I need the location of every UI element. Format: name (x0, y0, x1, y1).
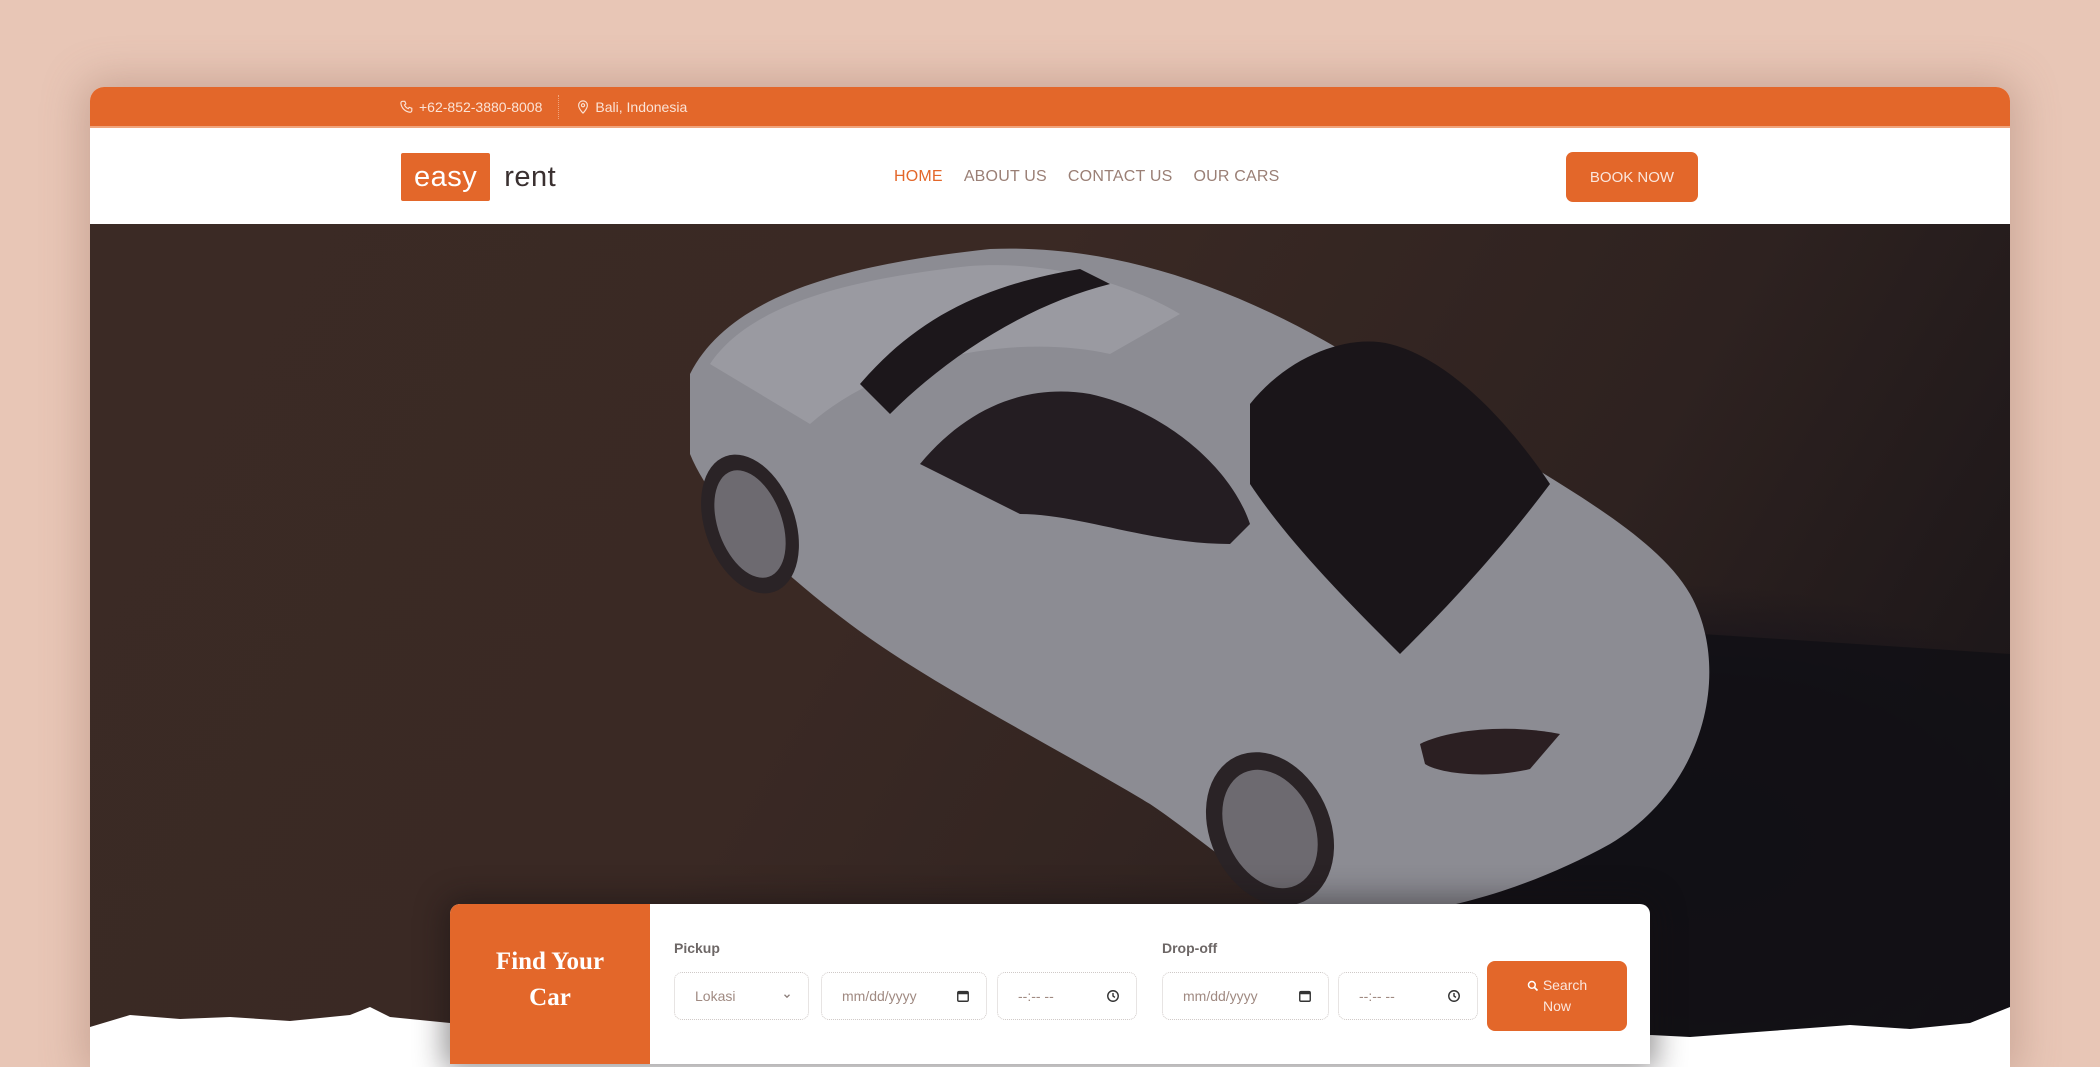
nav-item-contact-us[interactable]: CONTACT US (1068, 168, 1173, 186)
clock-icon (1448, 990, 1460, 1002)
phone-icon (400, 100, 413, 113)
nav-item-home[interactable]: HOME (894, 168, 943, 186)
chevron-down-icon (784, 994, 790, 999)
location-text: Bali, Indonesia (595, 98, 688, 115)
dropoff-date-input[interactable]: mm/dd/yyyy (1162, 972, 1329, 1020)
logo-rent: rent (504, 160, 557, 193)
search-now-button[interactable]: Search Now (1487, 961, 1627, 1031)
pickup-date-placeholder: mm/dd/yyyy (842, 988, 917, 1004)
dropoff-time-placeholder: --:-- -- (1359, 988, 1395, 1004)
brand-logo[interactable]: easy rent (401, 153, 556, 201)
top-info-bar: +62-852-3880-8008 Bali, Indonesia (90, 87, 2010, 128)
nav-item-about-us[interactable]: ABOUT US (964, 168, 1047, 186)
dropoff-date-placeholder: mm/dd/yyyy (1183, 988, 1258, 1004)
divider (558, 94, 560, 119)
pickup-time-input[interactable]: --:-- -- (997, 972, 1137, 1020)
finder-title: Find Your Car (450, 904, 650, 1064)
phone-contact[interactable]: +62-852-3880-8008 (400, 99, 542, 115)
browser-window: +62-852-3880-8008 Bali, Indonesia easy r… (90, 87, 2010, 1067)
pickup-date-input[interactable]: mm/dd/yyyy (821, 972, 987, 1020)
calendar-icon (1299, 990, 1311, 1002)
finder-title-line2: Car (529, 984, 571, 1011)
map-pin-icon (578, 99, 589, 114)
dropoff-label: Drop-off (1162, 940, 1218, 956)
search-label-line2: Now (1542, 998, 1571, 1014)
pickup-location-value: Lokasi (695, 988, 736, 1004)
phone-number: +62-852-3880-8008 (419, 98, 543, 115)
pickup-time-placeholder: --:-- -- (1018, 988, 1054, 1004)
finder-fields: Pickup Lokasi mm/dd/yyyy --:-- -- Drop-o… (650, 904, 1650, 1064)
clock-icon (1107, 990, 1119, 1002)
pickup-label: Pickup (674, 940, 720, 956)
calendar-icon (957, 990, 969, 1002)
nav-item-our-cars[interactable]: OUR CARS (1193, 168, 1279, 186)
main-navbar: easy rent HOME ABOUT US CONTACT US OUR C… (90, 128, 2010, 226)
logo-easy: easy (401, 153, 491, 201)
location-info: Bali, Indonesia (576, 99, 687, 115)
dropoff-time-input[interactable]: --:-- -- (1338, 972, 1478, 1020)
nav-menu: HOME ABOUT US CONTACT US OUR CARS (894, 128, 1280, 225)
car-search-form: Find Your Car Pickup Lokasi mm/dd/yyyy -… (450, 904, 1650, 1064)
search-label-line1: Search (1542, 977, 1588, 993)
book-now-button[interactable]: BOOK NOW (1566, 152, 1698, 202)
contact-info: +62-852-3880-8008 Bali, Indonesia (400, 87, 687, 126)
pickup-location-select[interactable]: Lokasi (674, 972, 809, 1020)
search-icon (1527, 980, 1538, 991)
finder-title-line1: Find Your (495, 948, 605, 975)
